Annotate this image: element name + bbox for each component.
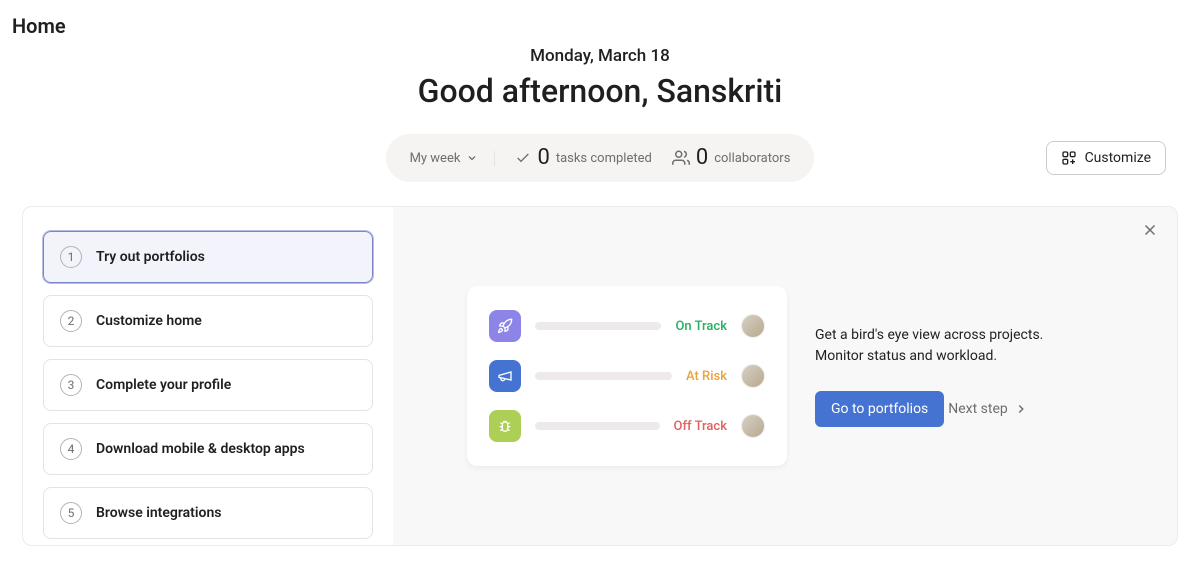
stats-pill: My week 0 tasks completed 0 collaborator…	[386, 134, 815, 182]
step-label: Customize home	[96, 313, 202, 329]
onboarding-detail-text: Get a bird's eye view across projects. M…	[815, 325, 1085, 427]
step-label: Browse integrations	[96, 505, 221, 521]
step-number: 1	[60, 246, 82, 268]
hero-greeting: Good afternoon, Sanskriti	[0, 72, 1200, 110]
avatar	[741, 364, 765, 388]
avatar	[741, 414, 765, 438]
preview-row: Off Track	[489, 410, 765, 442]
customize-label: Customize	[1085, 150, 1151, 166]
onboarding-card: 1 Try out portfolios 2 Customize home 3 Compl…	[22, 206, 1178, 546]
preview-row: At Risk	[489, 360, 765, 392]
step-number: 5	[60, 502, 82, 524]
my-week-dropdown[interactable]: My week	[410, 151, 496, 166]
status-label: On Track	[675, 319, 727, 334]
step-label: Complete your profile	[96, 377, 231, 393]
my-week-label: My week	[410, 151, 461, 166]
hero-date: Monday, March 18	[0, 46, 1200, 66]
page-title: Home	[0, 0, 1200, 46]
step-number: 4	[60, 438, 82, 460]
status-label: Off Track	[674, 419, 727, 434]
placeholder-bar	[535, 322, 661, 330]
tasks-completed-count: 0	[537, 147, 549, 169]
stats-row: My week 0 tasks completed 0 collaborator…	[0, 132, 1200, 184]
next-step-link[interactable]: Next step	[948, 401, 1028, 417]
onboarding-steps-list: 1 Try out portfolios 2 Customize home 3 Compl…	[23, 207, 393, 545]
chevron-down-icon	[466, 152, 478, 164]
collaborators-count: 0	[696, 147, 708, 169]
customize-button[interactable]: Customize	[1046, 141, 1166, 175]
collaborators-stat: 0 collaborators	[672, 147, 791, 169]
onboarding-step-4[interactable]: 4 Download mobile & desktop apps	[43, 423, 373, 475]
step-number: 2	[60, 310, 82, 332]
go-to-portfolios-button[interactable]: Go to portfolios	[815, 391, 944, 427]
placeholder-bar	[535, 372, 672, 380]
onboarding-step-1[interactable]: 1 Try out portfolios	[43, 231, 373, 283]
chevron-right-icon	[1014, 402, 1028, 416]
megaphone-icon	[489, 360, 521, 392]
close-icon[interactable]	[1141, 221, 1159, 243]
next-step-label: Next step	[948, 401, 1008, 417]
onboarding-step-5[interactable]: 5 Browse integrations	[43, 487, 373, 539]
hero-section: Monday, March 18 Good afternoon, Sanskri…	[0, 46, 1200, 110]
check-icon	[515, 150, 531, 166]
onboarding-description: Get a bird's eye view across projects. M…	[815, 325, 1085, 367]
people-icon	[672, 149, 690, 167]
preview-row: On Track	[489, 310, 765, 342]
placeholder-bar	[535, 422, 660, 430]
status-label: At Risk	[686, 369, 727, 384]
onboarding-detail: On Track At Risk Off Track Get a bird's ey…	[393, 207, 1177, 545]
grid-add-icon	[1061, 150, 1077, 166]
collaborators-label: collaborators	[714, 151, 790, 166]
portfolio-preview-card: On Track At Risk Off Track	[467, 286, 787, 466]
step-number: 3	[60, 374, 82, 396]
bug-icon	[489, 410, 521, 442]
rocket-icon	[489, 310, 521, 342]
step-label: Try out portfolios	[96, 249, 205, 265]
step-label: Download mobile & desktop apps	[96, 441, 305, 457]
onboarding-step-2[interactable]: 2 Customize home	[43, 295, 373, 347]
onboarding-step-3[interactable]: 3 Complete your profile	[43, 359, 373, 411]
avatar	[741, 314, 765, 338]
tasks-completed-stat: 0 tasks completed	[515, 147, 651, 169]
tasks-completed-label: tasks completed	[556, 151, 652, 166]
